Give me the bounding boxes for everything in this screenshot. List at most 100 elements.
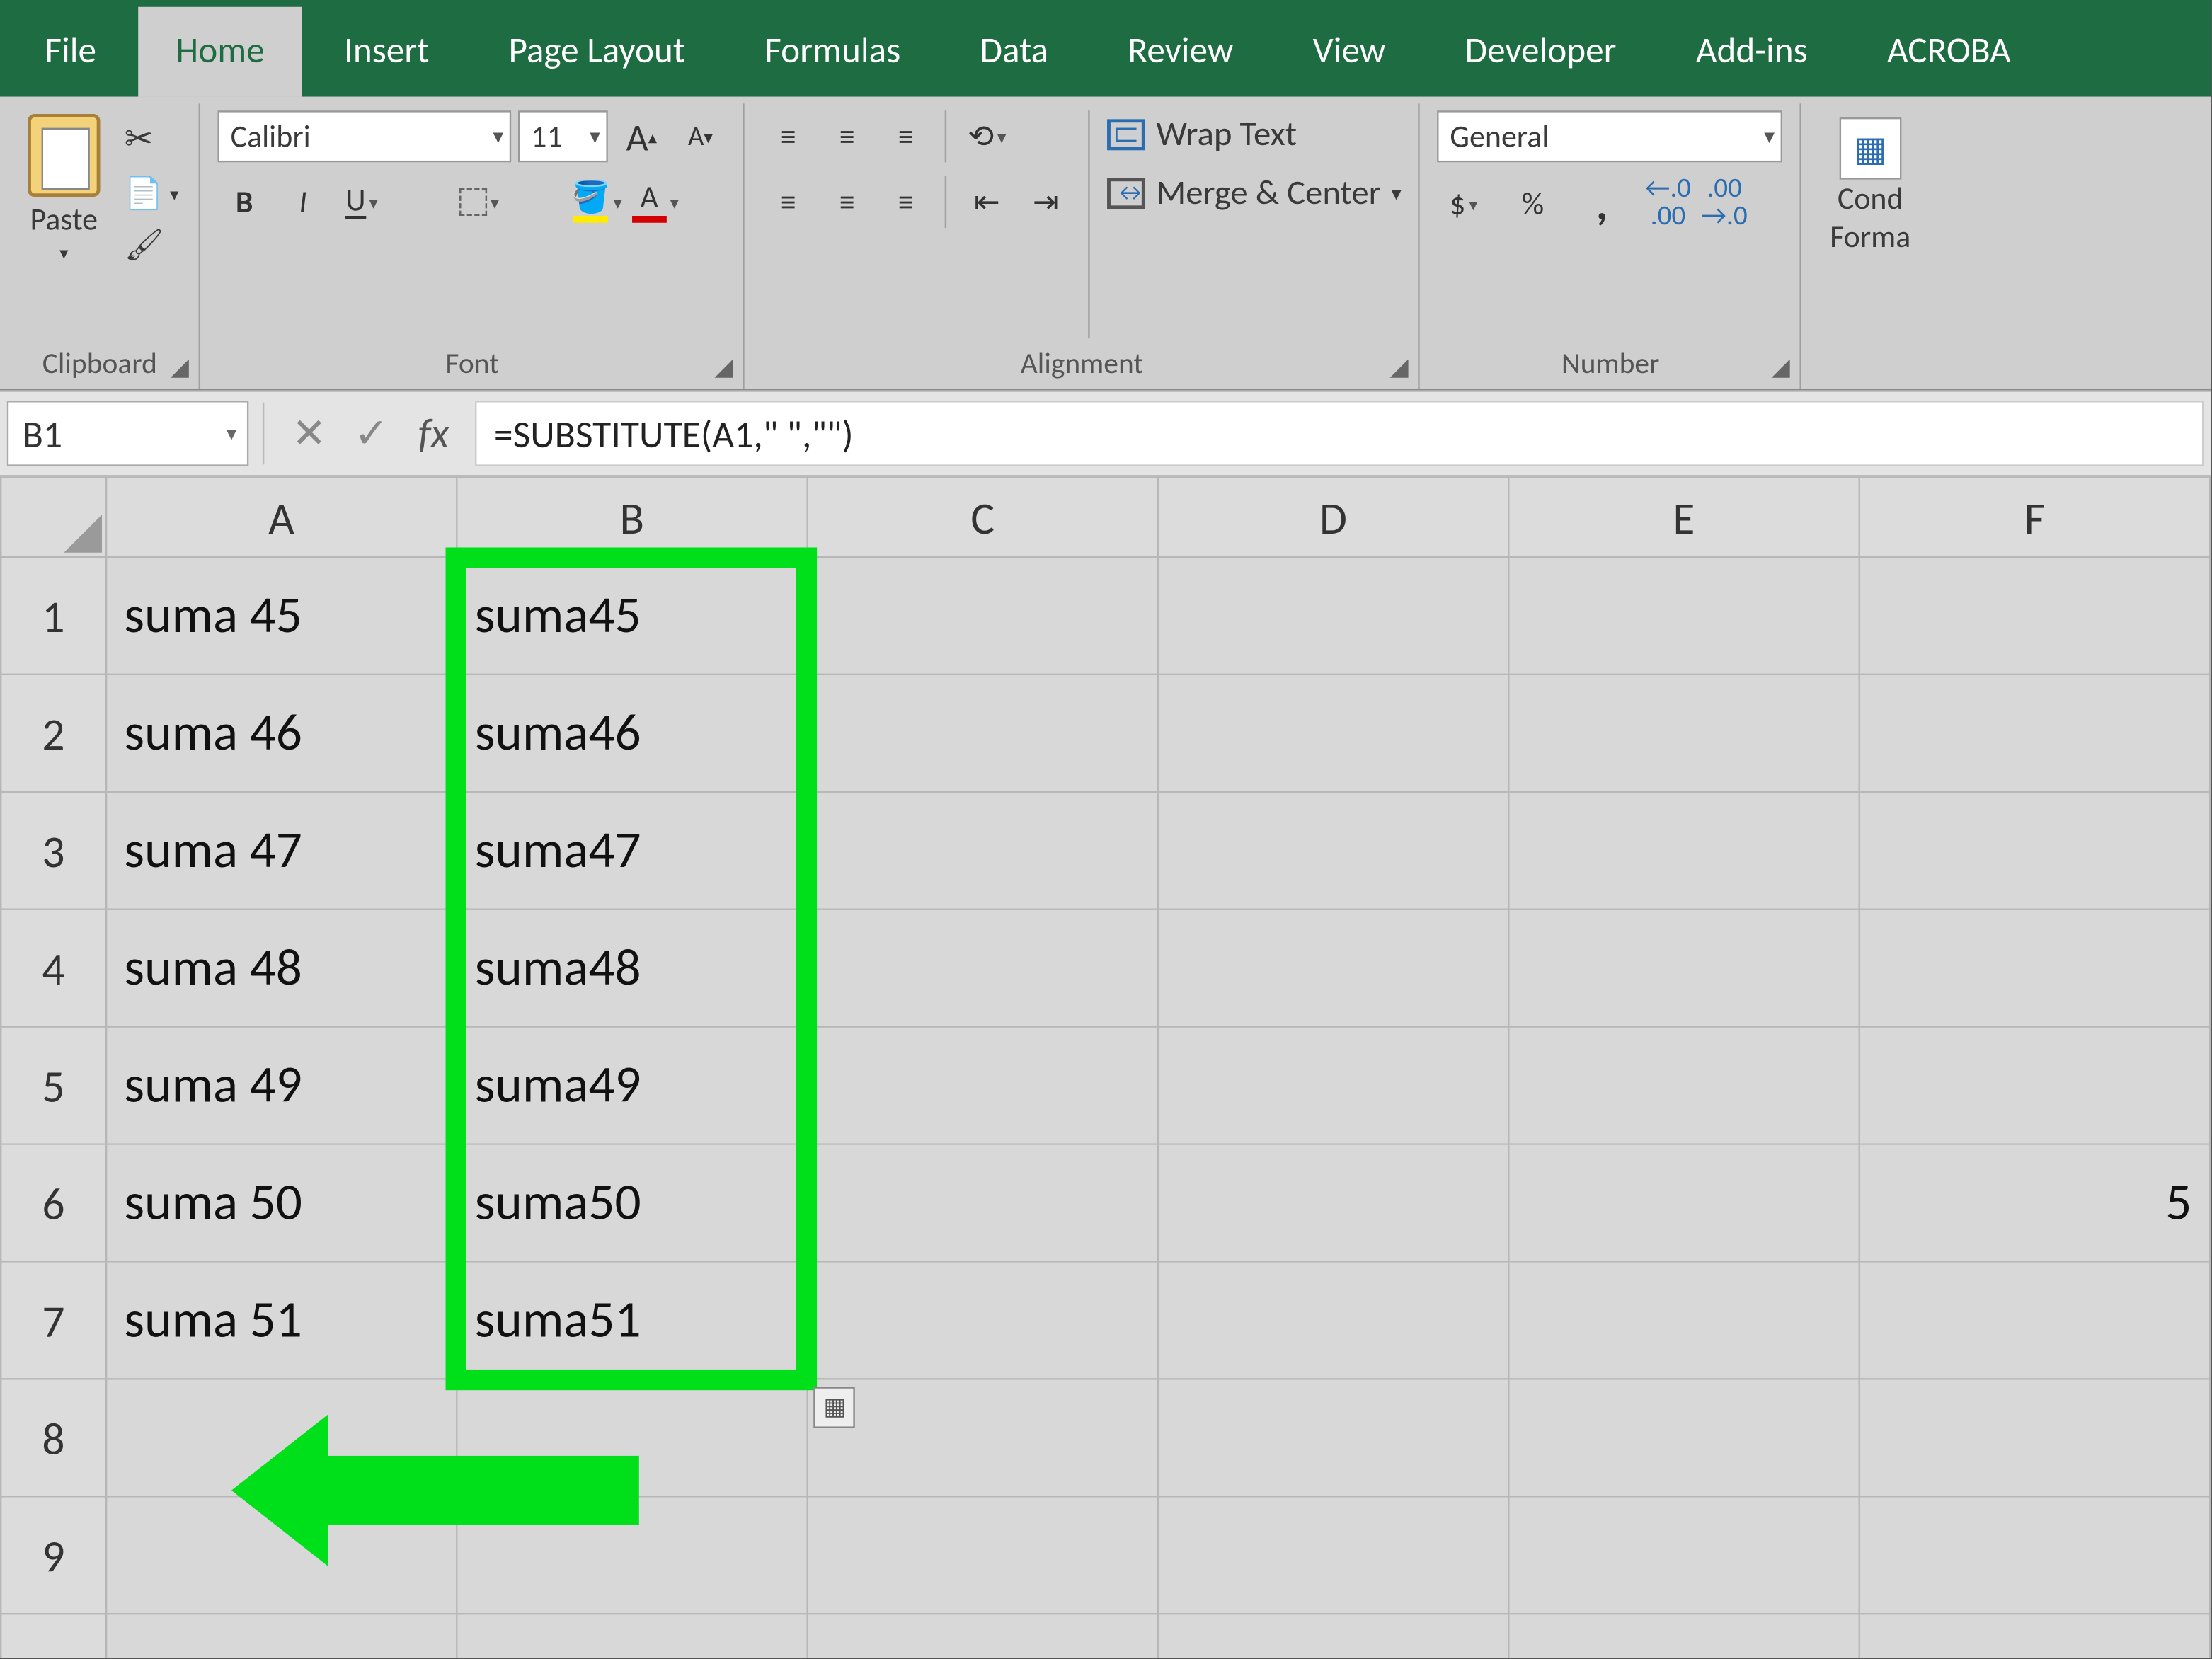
percent-format-button[interactable]: % xyxy=(1507,178,1559,229)
insert-function-button[interactable]: fx xyxy=(403,408,465,459)
accounting-format-button[interactable]: $▾ xyxy=(1438,178,1489,229)
cell-F4[interactable] xyxy=(1859,909,2210,1027)
cell-D8[interactable] xyxy=(1158,1379,1508,1496)
cell-D10[interactable] xyxy=(1158,1614,1508,1658)
tab-home[interactable]: Home xyxy=(138,7,303,97)
row-header-9[interactable]: 9 xyxy=(1,1496,106,1614)
column-header-C[interactable]: C xyxy=(808,478,1158,557)
cell-F1[interactable] xyxy=(1859,557,2210,674)
cell-B10[interactable] xyxy=(457,1614,807,1658)
cell-D6[interactable] xyxy=(1158,1144,1508,1262)
cell-E10[interactable] xyxy=(1508,1614,1859,1658)
cut-button[interactable] xyxy=(121,114,183,164)
cell-F5[interactable] xyxy=(1859,1027,2210,1144)
align-top-button[interactable]: ≡ xyxy=(762,110,814,162)
row-header-3[interactable]: 3 xyxy=(1,792,106,909)
cell-F7[interactable] xyxy=(1859,1261,2210,1379)
font-name-combo[interactable]: Calibri▾ xyxy=(219,110,512,162)
tab-file[interactable]: File xyxy=(7,7,134,97)
merge-center-button[interactable]: Merge & Center ▾ xyxy=(1108,173,1402,214)
tab-insert[interactable]: Insert xyxy=(306,7,467,97)
autofill-options-button[interactable]: ▦ xyxy=(814,1386,856,1428)
bold-button[interactable]: B xyxy=(219,176,270,228)
enter-formula-button[interactable]: ✓ xyxy=(340,408,403,459)
cell-F6[interactable]: 5 xyxy=(1859,1144,2210,1262)
italic-button[interactable]: I xyxy=(277,176,329,228)
cell-B7[interactable]: suma51 xyxy=(457,1261,807,1379)
cell-E8[interactable] xyxy=(1508,1379,1859,1496)
row-header-7[interactable]: 7 xyxy=(1,1261,106,1379)
cell-C10[interactable] xyxy=(808,1614,1158,1658)
cell-E6[interactable] xyxy=(1508,1144,1859,1262)
name-box[interactable]: B1▾ xyxy=(7,401,249,466)
cell-A5[interactable]: suma 49 xyxy=(106,1027,457,1144)
cell-E7[interactable] xyxy=(1508,1261,1859,1379)
tab-acrobat[interactable]: ACROBA xyxy=(1849,7,2048,97)
column-header-A[interactable]: A xyxy=(106,478,457,557)
cell-C2[interactable] xyxy=(808,674,1158,792)
font-launcher-icon[interactable]: ◢ xyxy=(714,352,733,381)
cell-E3[interactable] xyxy=(1508,792,1859,909)
cell-D7[interactable] xyxy=(1158,1261,1508,1379)
cell-A1[interactable]: suma 45 xyxy=(106,557,457,674)
cell-D1[interactable] xyxy=(1158,557,1508,674)
cell-A10[interactable] xyxy=(106,1614,457,1658)
align-center-button[interactable]: ≡ xyxy=(821,176,873,228)
worksheet-grid[interactable]: ABCDEF 1suma 45suma452suma 46suma463suma… xyxy=(0,476,2211,1658)
align-left-button[interactable]: ≡ xyxy=(762,176,814,228)
row-header-6[interactable]: 6 xyxy=(1,1144,106,1262)
cell-E2[interactable] xyxy=(1508,674,1859,792)
tab-review[interactable]: Review xyxy=(1090,7,1271,97)
shrink-font-button[interactable]: A▾ xyxy=(675,110,726,162)
cell-A2[interactable]: suma 46 xyxy=(106,674,457,792)
cell-B8[interactable] xyxy=(457,1379,807,1496)
cell-E5[interactable] xyxy=(1508,1027,1859,1144)
cell-B3[interactable]: suma47 xyxy=(457,792,807,909)
tab-data[interactable]: Data xyxy=(942,7,1087,97)
underline-button[interactable]: U▾ xyxy=(336,176,387,228)
cell-E4[interactable] xyxy=(1508,909,1859,1027)
font-color-button[interactable]: A▾ xyxy=(629,176,681,228)
format-painter-button[interactable] xyxy=(121,223,183,268)
cell-A9[interactable] xyxy=(106,1496,457,1614)
formula-input[interactable]: =SUBSTITUTE(A1," ","") xyxy=(475,401,2204,466)
tab-page-layout[interactable]: Page Layout xyxy=(471,7,723,97)
tab-developer[interactable]: Developer xyxy=(1427,7,1654,97)
cell-D3[interactable] xyxy=(1158,792,1508,909)
fill-color-button[interactable]: 🪣▾ xyxy=(571,176,622,228)
cell-D4[interactable] xyxy=(1158,909,1508,1027)
increase-indent-button[interactable]: ⇥ xyxy=(1020,176,1072,228)
decrease-decimal-button[interactable]: .00→.0 xyxy=(1702,176,1748,231)
number-launcher-icon[interactable]: ◢ xyxy=(1772,352,1790,381)
row-header-10[interactable]: 10 xyxy=(1,1614,106,1658)
paste-button[interactable]: Paste ▾ xyxy=(17,110,110,268)
cell-D2[interactable] xyxy=(1158,674,1508,792)
row-header-8[interactable]: 8 xyxy=(1,1379,106,1496)
cancel-formula-button[interactable]: ✕ xyxy=(278,408,340,459)
cell-A4[interactable]: suma 48 xyxy=(106,909,457,1027)
cell-C7[interactable] xyxy=(808,1261,1158,1379)
alignment-launcher-icon[interactable]: ◢ xyxy=(1389,352,1408,381)
cell-E9[interactable] xyxy=(1508,1496,1859,1614)
select-all-corner[interactable] xyxy=(1,478,106,557)
cell-D9[interactable] xyxy=(1158,1496,1508,1614)
column-header-B[interactable]: B xyxy=(457,478,807,557)
clipboard-launcher-icon[interactable]: ◢ xyxy=(171,352,189,381)
cell-F10[interactable] xyxy=(1859,1614,2210,1658)
cell-B6[interactable]: suma50 xyxy=(457,1144,807,1262)
column-header-F[interactable]: F xyxy=(1859,478,2210,557)
cell-A8[interactable] xyxy=(106,1379,457,1496)
align-middle-button[interactable]: ≡ xyxy=(821,110,873,162)
cell-C8[interactable] xyxy=(808,1379,1158,1496)
borders-button[interactable]: ▾ xyxy=(453,176,505,228)
cell-F9[interactable] xyxy=(1859,1496,2210,1614)
copy-button[interactable]: ▾ xyxy=(121,171,183,216)
wrap-text-button[interactable]: Wrap Text xyxy=(1108,114,1402,156)
grow-font-button[interactable]: A▴ xyxy=(616,110,667,162)
increase-decimal-button[interactable]: ←.0.00 xyxy=(1645,176,1691,231)
tab-addins[interactable]: Add-ins xyxy=(1658,7,1845,97)
column-header-D[interactable]: D xyxy=(1158,478,1508,557)
font-size-combo[interactable]: 11▾ xyxy=(519,110,609,162)
cell-F2[interactable] xyxy=(1859,674,2210,792)
cell-B5[interactable]: suma49 xyxy=(457,1027,807,1144)
